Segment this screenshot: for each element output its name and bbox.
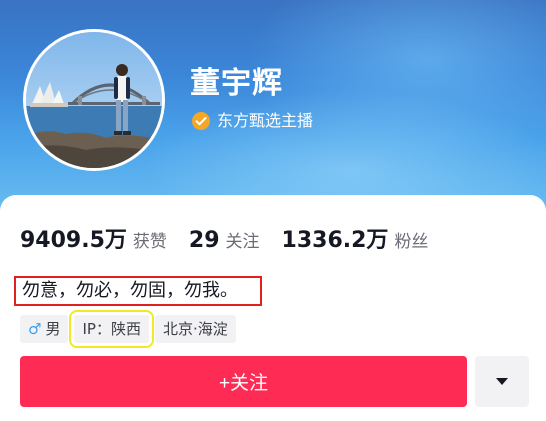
- avatar-photo: [26, 32, 162, 168]
- more-options-button[interactable]: [475, 356, 529, 407]
- followers-label[interactable]: 粉丝: [394, 227, 428, 252]
- dropdown-triangle-icon: [496, 378, 508, 385]
- follow-button[interactable]: +关注: [20, 356, 467, 407]
- male-icon: ♂: [28, 320, 42, 338]
- likes-label: 获赞: [132, 232, 167, 252]
- followers-count[interactable]: 1336.2万: [282, 222, 389, 254]
- profile-page: 董宇辉 东方甄选主播 9409.5万 获赞 29 关注 1336.2万 粉丝 勿…: [0, 0, 546, 421]
- likes-count: 9409.5万: [20, 228, 127, 253]
- profile-stats: 9409.5万 获赞 29 关注 1336.2万 粉丝: [20, 222, 450, 254]
- ip-location-tag: IP：陕西: [69, 310, 154, 348]
- gender-tag: ♂ 男: [20, 315, 69, 343]
- profile-name: 董宇辉: [190, 66, 283, 101]
- profile-bio: 勿意，勿必，勿固，勿我。: [14, 276, 262, 306]
- verified-badge-icon: [192, 112, 210, 130]
- verification-row: 东方甄选主播: [191, 110, 313, 132]
- following-label[interactable]: 关注: [226, 227, 260, 252]
- verification-text: 东方甄选主播: [217, 111, 314, 130]
- following-count[interactable]: 29: [189, 228, 220, 253]
- location-tag: 北京·海淀: [154, 315, 236, 343]
- gender-label: 男: [45, 320, 61, 338]
- profile-tags: ♂ 男 IP：陕西 北京·海淀: [20, 310, 242, 348]
- avatar[interactable]: [23, 29, 165, 171]
